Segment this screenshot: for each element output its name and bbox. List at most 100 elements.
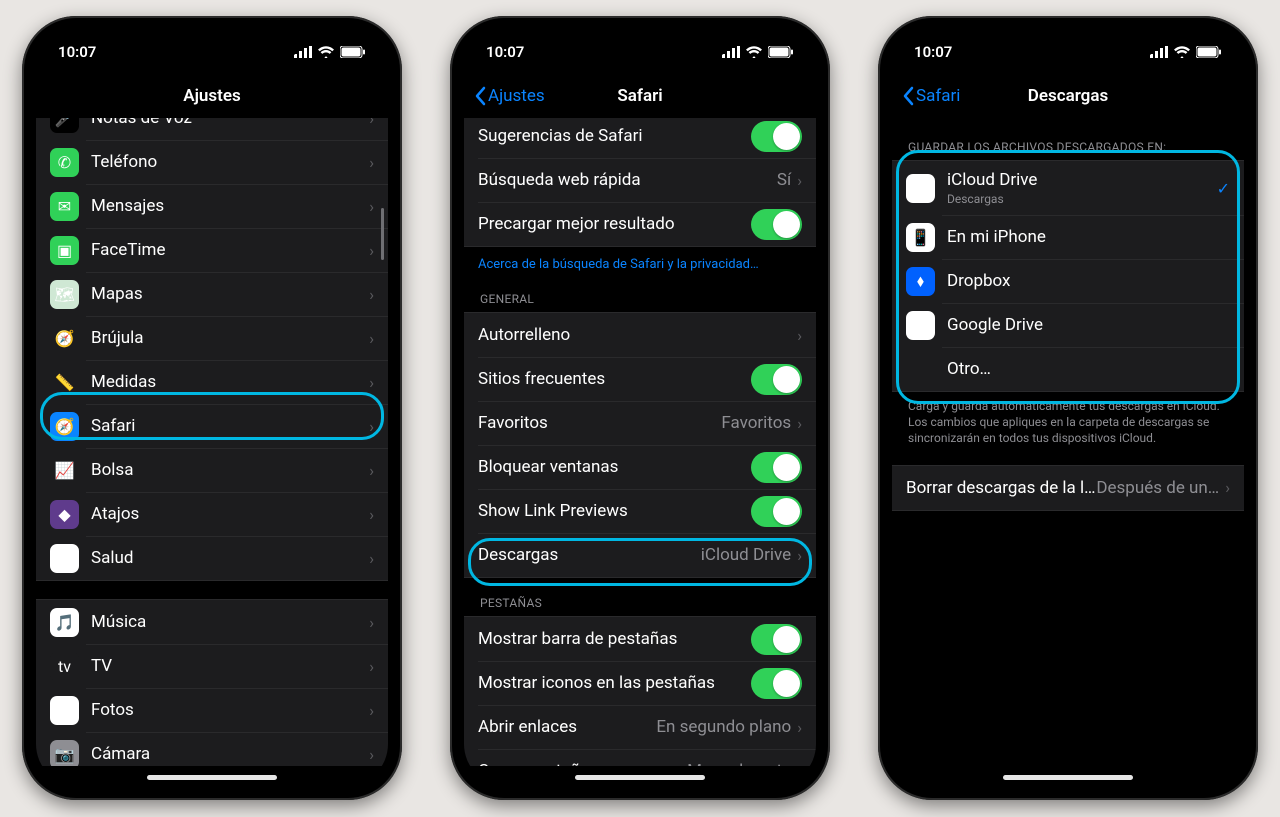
back-button[interactable]: Ajustes [474, 86, 545, 106]
row-bloquear-ventanas[interactable]: Bloquear ventanas [464, 445, 816, 489]
toggle-switch[interactable] [751, 364, 802, 395]
row-label-col: iCloud DriveDescargas [947, 170, 1217, 206]
row-precargar[interactable]: Precargar mejor resultado [464, 202, 816, 246]
row-cerrar-pestanas[interactable]: Cerrar pestañasManualmente› [464, 749, 816, 766]
phone-safari: 10:07 Ajustes Safari Sugerencias del bus… [450, 16, 830, 800]
toggle-switch[interactable] [751, 496, 802, 527]
chevron-right-icon: › [369, 657, 374, 676]
status-time: 10:07 [486, 43, 524, 61]
row-label: FaceTime [91, 240, 369, 260]
mapas-icon: 🗺 [50, 280, 79, 309]
row-label: Otro… [947, 359, 1230, 379]
status-indicators [294, 46, 366, 58]
chevron-right-icon: › [369, 745, 374, 764]
row-en-mi-iphone[interactable]: 📱En mi iPhone [892, 215, 1244, 259]
row-safari[interactable]: 🧭Safari› [36, 404, 388, 448]
row-label: Bloquear ventanas [478, 457, 751, 477]
battery-icon [768, 46, 794, 58]
mensajes-icon: ✉︎ [50, 192, 79, 221]
row-label: Sitios frecuentes [478, 369, 751, 389]
row-facetime[interactable]: ▣FaceTime› [36, 228, 388, 272]
row-google-drive[interactable]: ▲Google Drive [892, 303, 1244, 347]
row-label: Notas de Voz [91, 118, 369, 128]
row-mostrar-barra[interactable]: Mostrar barra de pestañas [464, 617, 816, 661]
battery-icon [1196, 46, 1222, 58]
row-mostrar-iconos[interactable]: Mostrar iconos en las pestañas [464, 661, 816, 705]
row-borrar-descargas[interactable]: Borrar descargas de la lista Después de … [892, 466, 1244, 510]
row-sublabel: Descargas [947, 192, 1217, 206]
settings-list[interactable]: 🎤Notas de Voz›✆Teléfono›✉︎Mensajes›▣Face… [36, 118, 388, 766]
home-indicator[interactable] [575, 775, 705, 780]
fotos-icon: ✿ [50, 696, 79, 725]
descargas-list[interactable]: GUARDAR LOS ARCHIVOS DESCARGADOS EN: ☁︎i… [892, 118, 1244, 766]
row-mensajes[interactable]: ✉︎Mensajes› [36, 184, 388, 228]
row-musica[interactable]: 🎵Música› [36, 600, 388, 644]
row-label: En mi iPhone [947, 227, 1230, 247]
telefono-icon: ✆ [50, 148, 79, 177]
back-button[interactable]: Safari [902, 86, 960, 106]
group-header-tabs: PESTAÑAS [464, 578, 816, 616]
toggle-switch[interactable] [751, 668, 802, 699]
safari-icon: 🧭 [50, 412, 79, 441]
scroll-indicator[interactable] [381, 208, 384, 260]
brujula-icon: 🧭 [50, 324, 79, 353]
row-label: Abrir enlaces [478, 717, 656, 737]
row-label: Búsqueda web rápida [478, 170, 777, 190]
icloud-drive-icon: ☁︎ [906, 174, 935, 203]
row-label: Bolsa [91, 460, 369, 480]
row-icloud-drive[interactable]: ☁︎ iCloud DriveDescargas✓ [892, 161, 1244, 215]
row-medidas[interactable]: 📏Medidas› [36, 360, 388, 404]
checkmark-icon: ✓ [1217, 179, 1230, 198]
chevron-right-icon: › [797, 762, 802, 767]
row-abrir-enlaces[interactable]: Abrir enlacesEn segundo plano› [464, 705, 816, 749]
notch [550, 30, 730, 58]
row-dropbox[interactable]: ⬧Dropbox [892, 259, 1244, 303]
row-autorrelleno[interactable]: Autorrelleno› [464, 313, 816, 357]
row-telefono[interactable]: ✆Teléfono› [36, 140, 388, 184]
chevron-right-icon: › [797, 326, 802, 345]
row-otro[interactable]: Otro… [892, 347, 1244, 391]
row-fotos[interactable]: ✿Fotos› [36, 688, 388, 732]
bolsa-icon: 📈 [50, 456, 79, 485]
row-tv[interactable]: tvTV› [36, 644, 388, 688]
chevron-left-icon [902, 86, 914, 106]
toggle-switch[interactable] [751, 624, 802, 655]
medidas-icon: 📏 [50, 368, 79, 397]
row-show-link-previews[interactable]: Show Link Previews [464, 489, 816, 533]
row-brujula[interactable]: 🧭 Brújula› [36, 316, 388, 360]
row-salud[interactable]: ❤︎Salud› [36, 536, 388, 580]
home-indicator[interactable] [147, 775, 277, 780]
row-favoritos[interactable]: FavoritosFavoritos› [464, 401, 816, 445]
row-sugerencias-safari[interactable]: Sugerencias de Safari [464, 118, 816, 158]
row-label: Brújula [91, 328, 369, 348]
row-label: Mapas [91, 284, 369, 304]
chevron-right-icon: › [369, 197, 374, 216]
row-label: Música [91, 612, 369, 632]
google-drive-icon: ▲ [906, 311, 935, 340]
row-busqueda-web-rapida[interactable]: Búsqueda web rápidaSí› [464, 158, 816, 202]
row-sitios-frecuentes[interactable]: Sitios frecuentes [464, 357, 816, 401]
page-title: Descargas [1028, 86, 1108, 106]
privacy-link[interactable]: Acerca de la búsqueda de Safari y la pri… [464, 247, 816, 282]
row-notas-de-voz[interactable]: 🎤Notas de Voz› [36, 118, 388, 140]
row-bolsa[interactable]: 📈Bolsa› [36, 448, 388, 492]
chevron-right-icon: › [369, 613, 374, 632]
page-title: Safari [617, 86, 662, 106]
toggle-switch[interactable] [751, 121, 802, 152]
row-label: Favoritos [478, 413, 721, 433]
row-label: Teléfono [91, 152, 369, 172]
toggle-switch[interactable] [751, 452, 802, 483]
home-indicator[interactable] [1003, 775, 1133, 780]
toggle-switch[interactable] [751, 209, 802, 240]
row-descargas[interactable]: DescargasiCloud Drive› [464, 533, 816, 577]
chevron-right-icon: › [369, 241, 374, 260]
row-mapas[interactable]: 🗺Mapas› [36, 272, 388, 316]
back-label: Safari [916, 86, 960, 106]
navbar: Safari Descargas [892, 74, 1244, 118]
chevron-right-icon: › [369, 329, 374, 348]
row-camara[interactable]: 📷Cámara› [36, 732, 388, 766]
row-label: Show Link Previews [478, 501, 751, 521]
safari-settings-list[interactable]: Sugerencias del buscadorSugerencias de S… [464, 118, 816, 766]
row-atajos[interactable]: ◆Atajos› [36, 492, 388, 536]
atajos-icon: ◆ [50, 500, 79, 529]
